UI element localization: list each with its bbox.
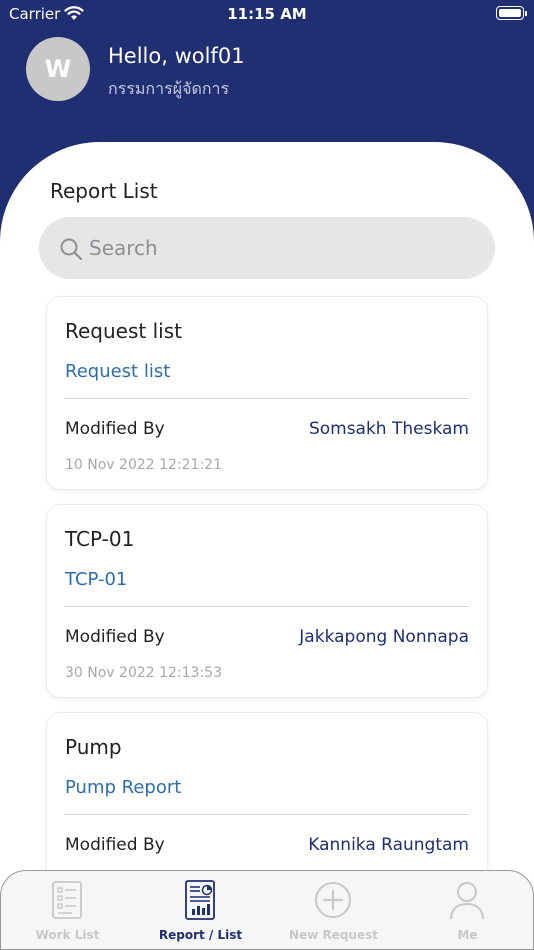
greeting-text: Hello, wolf01 <box>108 44 245 68</box>
report-list-icon <box>185 880 215 920</box>
tab-new-request[interactable]: New Request <box>267 871 400 950</box>
user-role: กรรมการผู้จัดการ <box>108 79 230 98</box>
tab-label: Me <box>457 928 478 942</box>
report-card-link[interactable]: Request list <box>65 361 170 382</box>
report-card-link[interactable]: Pump Report <box>65 777 181 798</box>
report-card-title: TCP-01 <box>65 527 135 551</box>
tab-report-list[interactable]: Report / List <box>134 871 267 950</box>
modified-date: 30 Nov 2022 12:13:53 <box>65 665 222 681</box>
modified-by-value: Jakkapong Nonnapa <box>299 627 469 647</box>
report-card[interactable]: TCP-01 TCP-01 Modified By Jakkapong Nonn… <box>46 504 488 698</box>
avatar[interactable]: W <box>26 37 90 101</box>
search-icon <box>60 238 83 261</box>
battery-icon <box>496 6 527 20</box>
status-time: 11:15 AM <box>227 5 307 23</box>
card-divider <box>65 398 469 399</box>
status-bar: Carrier 11:15 AM <box>0 0 534 28</box>
work-list-icon <box>52 881 82 919</box>
search-bar[interactable] <box>39 217 495 279</box>
report-card-link[interactable]: TCP-01 <box>65 569 127 590</box>
modified-by-label: Modified By <box>65 835 165 855</box>
tab-bar: Work List Report / List New Request Me <box>0 870 534 950</box>
tab-work-list[interactable]: Work List <box>1 871 134 950</box>
tab-label: Work List <box>35 928 100 942</box>
plus-circle-icon <box>315 882 351 918</box>
card-divider <box>65 606 469 607</box>
modified-date: 10 Nov 2022 12:21:21 <box>65 457 222 473</box>
tab-label: Report / List <box>158 928 243 942</box>
modified-by-value: Kannika Raungtam <box>308 835 469 855</box>
modified-by-label: Modified By <box>65 419 165 439</box>
tab-label: New Request <box>289 928 378 942</box>
report-card[interactable]: Request list Request list Modified By So… <box>46 296 488 490</box>
report-card-title: Request list <box>65 319 182 343</box>
report-card-title: Pump <box>65 735 122 759</box>
avatar-initial: W <box>44 55 72 83</box>
user-icon <box>450 882 484 920</box>
tab-me[interactable]: Me <box>401 871 534 950</box>
search-input[interactable] <box>89 217 479 279</box>
card-divider <box>65 814 469 815</box>
modified-by-label: Modified By <box>65 627 165 647</box>
page-title: Report List <box>50 179 158 203</box>
modified-by-value: Somsakh Theskam <box>308 419 469 439</box>
